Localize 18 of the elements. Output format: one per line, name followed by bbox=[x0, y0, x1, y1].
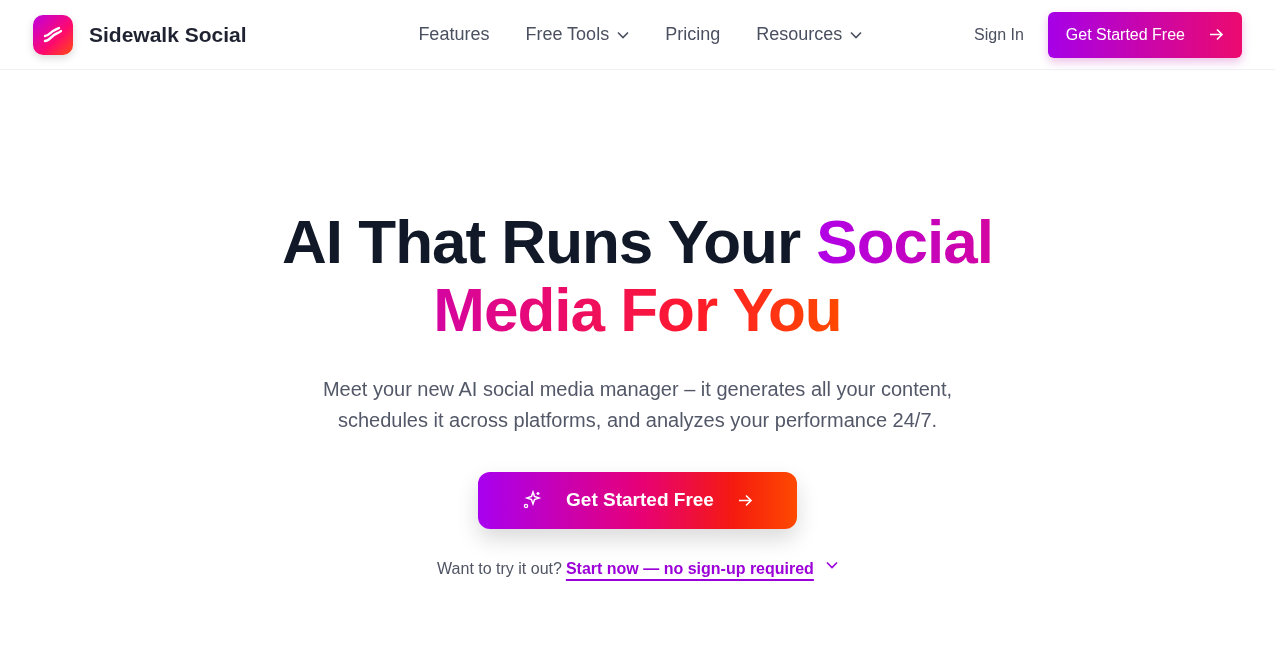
try-prompt: Want to try it out? bbox=[437, 558, 562, 579]
get-started-button[interactable]: Get Started Free bbox=[1047, 11, 1242, 58]
arrow-right-icon bbox=[737, 493, 753, 507]
chevron-down-icon bbox=[617, 30, 630, 39]
arrow-right-icon bbox=[1209, 28, 1224, 41]
start-now-link[interactable]: Start now — no sign-up required bbox=[565, 556, 814, 581]
get-started-button[interactable]: Get Started Free bbox=[478, 472, 797, 529]
nav-link[interactable]: Features bbox=[418, 21, 490, 48]
hero-subtitle: Meet your new AI social media manager – it generates all your content, schedules it across platforms, and analyzes your performance 24/7. bbox=[321, 377, 954, 433]
nav-link[interactable]: Free Tools bbox=[525, 21, 630, 48]
chevron-down-icon bbox=[825, 561, 838, 570]
chevron-down-icon bbox=[850, 30, 863, 39]
nav-link[interactable]: Resources bbox=[756, 21, 863, 48]
sparkle-icon bbox=[522, 490, 543, 511]
sign-in-link[interactable]: Sign In bbox=[974, 22, 1024, 47]
logo-icon[interactable] bbox=[33, 14, 73, 55]
brand-name: Sidewalk Social bbox=[89, 21, 247, 48]
nav-link[interactable]: Pricing bbox=[665, 21, 721, 48]
